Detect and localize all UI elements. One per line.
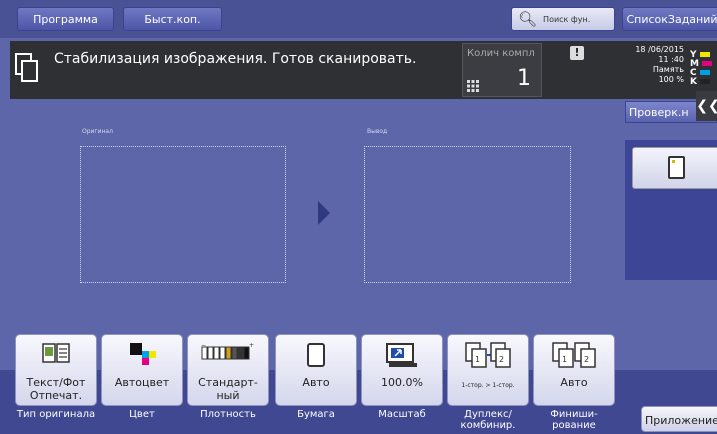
- color-icon: [130, 343, 156, 365]
- warning-icon[interactable]: !: [570, 46, 584, 60]
- density-button[interactable]: − + Стандарт-ный: [187, 334, 269, 406]
- original-type-value: Текст/Фот Отпечат.: [26, 376, 86, 402]
- zoom-icon: [386, 343, 417, 367]
- svg-text:+: +: [249, 342, 254, 349]
- color-label: Цвет: [129, 409, 155, 420]
- svg-text:−: −: [201, 342, 206, 349]
- color-button[interactable]: Автоцвет: [101, 334, 183, 406]
- duplex-label: Дуплекс/ комбинир.: [460, 409, 516, 431]
- paper-button[interactable]: Авто: [275, 334, 357, 406]
- document-stack-icon: [15, 53, 38, 82]
- check-settings-label: Проверк.н: [629, 106, 689, 119]
- collapse-panel-icon[interactable]: ❮❮: [696, 91, 717, 121]
- quick-copy-label: Быст.коп.: [144, 12, 201, 26]
- output-label: Вывод: [367, 128, 388, 135]
- status-bar: Стабилизация изображения. Готов сканиров…: [10, 41, 717, 99]
- finishing-button[interactable]: 1 2 Авто: [533, 334, 615, 406]
- original-label: Оригинал: [82, 128, 113, 135]
- original-type-button[interactable]: Текст/Фот Отпечат.: [15, 334, 97, 406]
- density-label: Плотность: [200, 409, 256, 420]
- memory-label: Память: [652, 65, 684, 74]
- duplex-icon: 1 2: [465, 342, 511, 368]
- paper-label: Бумага: [297, 409, 335, 420]
- density-value: Стандарт-ный: [198, 376, 258, 402]
- status-message: Стабилизация изображения. Готов сканиров…: [54, 51, 417, 67]
- toner-levels: Y M C K: [690, 50, 717, 87]
- paper-icon: [307, 343, 325, 367]
- memory-value: 100 %: [658, 75, 684, 84]
- zoom-label: Масштаб: [378, 409, 426, 420]
- copies-counter[interactable]: Колич компл 1: [462, 43, 542, 97]
- finishing-value: Авто: [560, 376, 588, 389]
- time: 11 :40: [658, 55, 684, 64]
- svg-text:2: 2: [499, 355, 504, 364]
- original-preview: [80, 146, 286, 283]
- applications-label: Приложение: [645, 414, 717, 427]
- function-search-button[interactable]: 🔍︎ Поиск фун.: [511, 7, 615, 31]
- duplex-combine-button[interactable]: 1 2 1-стор. > 1-стор.: [447, 334, 529, 406]
- copies-value: 1: [517, 66, 531, 91]
- zoom-button[interactable]: 100.0%: [361, 334, 443, 406]
- top-bar: Программа Быст.коп. 🔍︎ Поиск фун. Список…: [0, 0, 717, 38]
- density-icon: − +: [201, 342, 254, 360]
- svg-text:2: 2: [584, 355, 589, 364]
- original-settings-button[interactable]: [632, 147, 717, 189]
- date: 18 /06/2015: [635, 45, 684, 54]
- paper-value: Авто: [302, 376, 330, 389]
- toner-row-k: K: [690, 77, 717, 87]
- job-list-label: СписокЗаданий: [626, 12, 717, 26]
- original-type-label: Тип оригинала: [16, 409, 96, 420]
- duplex-value: 1-стор. > 1-стор.: [461, 382, 515, 389]
- output-preview: [364, 146, 571, 283]
- zoom-value: 100.0%: [381, 376, 423, 389]
- text-photo-icon: [42, 343, 70, 363]
- svg-text:1: 1: [475, 355, 480, 364]
- search-label: Поиск фун.: [543, 14, 591, 24]
- svg-text:1: 1: [562, 355, 567, 364]
- keypad-icon[interactable]: [467, 80, 479, 92]
- copies-label: Колич компл: [467, 48, 535, 59]
- arrow-right-icon: [318, 201, 330, 225]
- finishing-label: Финиши-рование: [550, 409, 598, 431]
- quick-copy-button[interactable]: Быст.коп.: [123, 7, 222, 31]
- date-memory-info: 18 /06/2015 11 :40 Память 100 %: [620, 45, 684, 85]
- job-list-button[interactable]: СписокЗаданий: [622, 7, 717, 31]
- finishing-icon: 1 2: [552, 342, 596, 368]
- applications-button[interactable]: Приложение: [641, 406, 717, 432]
- program-label: Программа: [33, 12, 98, 26]
- color-value: Автоцвет: [114, 376, 170, 389]
- program-button[interactable]: Программа: [17, 7, 114, 31]
- search-icon: 🔍︎: [518, 10, 538, 28]
- document-icon: [668, 156, 685, 179]
